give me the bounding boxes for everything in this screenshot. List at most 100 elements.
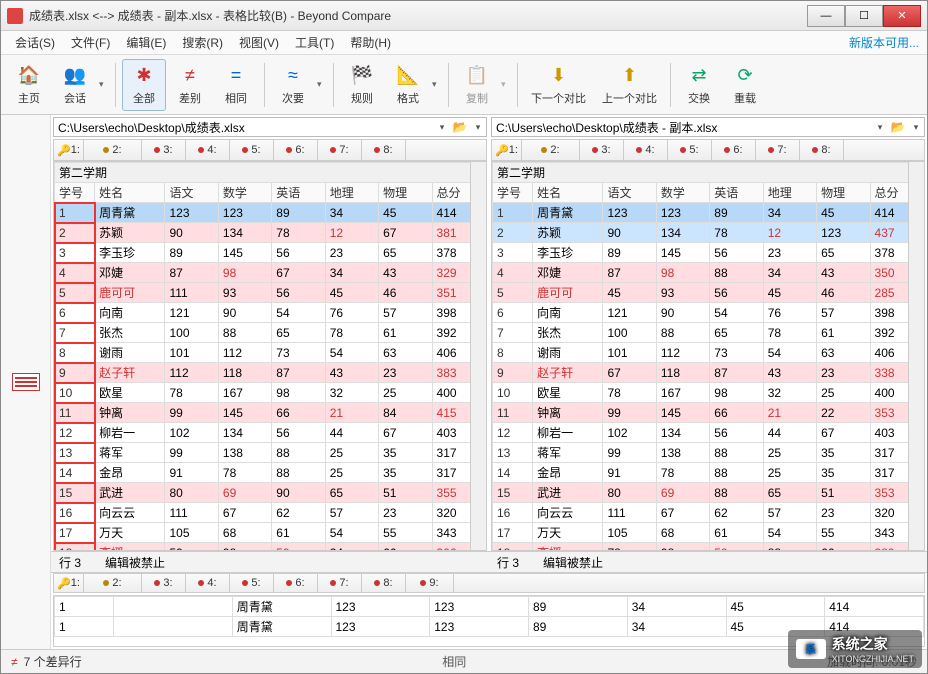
table-row[interactable]: 17万天10568615455343 <box>493 523 924 543</box>
copy-button[interactable]: 📋复制 <box>455 59 499 111</box>
column-marker[interactable]: 7: <box>318 140 362 160</box>
table-row[interactable]: 4邓婕8798883443350 <box>493 263 924 283</box>
all-filter-button[interactable]: ✱全部 <box>122 59 166 111</box>
left-browse-icon[interactable]: 📂 <box>450 120 470 134</box>
copy-dropdown-icon[interactable]: ▾ <box>501 79 511 90</box>
column-marker[interactable]: 9: <box>406 574 454 592</box>
right-browse-icon[interactable]: 📂 <box>888 120 908 134</box>
column-marker[interactable]: 7: <box>756 140 800 160</box>
left-path-input[interactable] <box>54 118 434 136</box>
table-row[interactable]: 17万天10568615455343 <box>55 523 486 543</box>
session-button[interactable]: 👥会话 <box>53 59 97 111</box>
column-marker[interactable]: 2: <box>84 140 142 160</box>
home-button[interactable]: 🏠主页 <box>7 59 51 111</box>
right-grid-pane[interactable]: 第二学期学号姓名语文数学英语地理物理总分1周青黛1231238934454142… <box>491 161 925 551</box>
table-row[interactable]: 1周青黛123123893445414 <box>55 203 486 223</box>
column-marker[interactable]: 5: <box>668 140 712 160</box>
table-row[interactable]: 7张杰10088657861392 <box>493 323 924 343</box>
column-marker[interactable]: 4: <box>624 140 668 160</box>
table-row[interactable]: 6向南12190547657398 <box>55 303 486 323</box>
minor-filter-button[interactable]: ≈次要 <box>271 59 315 111</box>
table-row[interactable]: 14金昂9178882535317 <box>493 463 924 483</box>
left-browse-dropdown-icon[interactable]: ▾ <box>470 122 486 133</box>
column-marker[interactable]: 4: <box>186 140 230 160</box>
table-row[interactable]: 14金昂9178882535317 <box>55 463 486 483</box>
prev-diff-button[interactable]: ⬆上一个对比 <box>595 59 664 111</box>
column-marker[interactable]: 🔑1: <box>54 140 84 160</box>
column-marker[interactable]: 3: <box>142 140 186 160</box>
table-row[interactable]: 8谢雨101112735463406 <box>55 343 486 363</box>
format-button[interactable]: 📐格式 <box>386 59 430 111</box>
swap-button[interactable]: ⇄交换 <box>677 59 721 111</box>
table-row[interactable]: 9赵子轩67118874323338 <box>493 363 924 383</box>
table-row[interactable]: 12柳岩一102134564467403 <box>55 423 486 443</box>
table-row[interactable]: 3李玉珍89145562365378 <box>493 243 924 263</box>
column-marker[interactable]: 8: <box>362 140 406 160</box>
table-row[interactable]: 12柳岩一102134564467403 <box>493 423 924 443</box>
menu-session[interactable]: 会话(S) <box>9 32 61 53</box>
same-filter-button[interactable]: =相同 <box>214 59 258 111</box>
left-path-dropdown-icon[interactable]: ▾ <box>434 122 450 133</box>
menu-help[interactable]: 帮助(H) <box>344 32 397 53</box>
table-row[interactable]: 11钟离99145662184415 <box>55 403 486 423</box>
column-marker[interactable]: 🔑1: <box>54 574 84 592</box>
table-row[interactable]: 9赵子轩112118874323383 <box>55 363 486 383</box>
column-marker[interactable]: 2: <box>84 574 142 592</box>
table-row[interactable]: 15武进8069906551355 <box>55 483 486 503</box>
column-marker[interactable]: 6: <box>274 574 318 592</box>
table-row[interactable]: 18李娜5998592466306 <box>55 543 486 552</box>
column-marker[interactable]: 2: <box>522 140 580 160</box>
table-row[interactable]: 16向云云11167625723320 <box>55 503 486 523</box>
minor-dropdown-icon[interactable]: ▾ <box>317 79 327 90</box>
rules-button[interactable]: 🏁规则 <box>340 59 384 111</box>
menu-view[interactable]: 视图(V) <box>233 32 285 53</box>
column-marker[interactable]: 3: <box>142 574 186 592</box>
column-marker[interactable]: 8: <box>800 140 844 160</box>
menu-tools[interactable]: 工具(T) <box>289 32 340 53</box>
session-dropdown-icon[interactable]: ▾ <box>99 79 109 90</box>
left-grid-pane[interactable]: 第二学期学号姓名语文数学英语地理物理总分1周青黛1231238934454142… <box>53 161 487 551</box>
table-row[interactable]: 5鹿可可4593564546285 <box>493 283 924 303</box>
rules-thumbnail-panel[interactable] <box>1 115 51 649</box>
table-row[interactable]: 8谢雨101112735463406 <box>493 343 924 363</box>
table-row[interactable]: 15武进8069886551353 <box>493 483 924 503</box>
format-dropdown-icon[interactable]: ▾ <box>432 79 442 90</box>
table-row[interactable]: 2苏颖901347812123437 <box>493 223 924 243</box>
table-row[interactable]: 4邓婕8798673443329 <box>55 263 486 283</box>
table-row[interactable]: 5鹿可可11193564546351 <box>55 283 486 303</box>
close-button[interactable]: ✕ <box>883 5 921 27</box>
column-marker[interactable]: 5: <box>230 140 274 160</box>
table-row[interactable]: 11钟离99145662122353 <box>493 403 924 423</box>
diff-filter-button[interactable]: ≠差别 <box>168 59 212 111</box>
right-path-field[interactable]: ▾ 📂 ▾ <box>491 117 925 137</box>
column-marker[interactable]: 5: <box>230 574 274 592</box>
table-row[interactable]: 3李玉珍89145562365378 <box>55 243 486 263</box>
right-scrollbar[interactable] <box>908 162 924 550</box>
table-row[interactable]: 10欧星78167983225400 <box>493 383 924 403</box>
new-version-link[interactable]: 新版本可用... <box>849 34 919 51</box>
left-scrollbar[interactable] <box>470 162 486 550</box>
table-row[interactable]: 16向云云11167625723320 <box>493 503 924 523</box>
table-row[interactable]: 13蒋军99138882535317 <box>55 443 486 463</box>
left-path-field[interactable]: ▾ 📂 ▾ <box>53 117 487 137</box>
minimize-button[interactable]: — <box>807 5 845 27</box>
table-row[interactable]: 6向南12190547657398 <box>493 303 924 323</box>
column-marker[interactable]: 6: <box>712 140 756 160</box>
maximize-button[interactable]: ☐ <box>845 5 883 27</box>
right-path-dropdown-icon[interactable]: ▾ <box>872 122 888 133</box>
menu-search[interactable]: 搜索(R) <box>176 32 229 53</box>
column-marker[interactable]: 🔑1: <box>492 140 522 160</box>
column-marker[interactable]: 4: <box>186 574 230 592</box>
next-diff-button[interactable]: ⬇下一个对比 <box>524 59 593 111</box>
table-row[interactable]: 10欧星78167983225400 <box>55 383 486 403</box>
menu-file[interactable]: 文件(F) <box>65 32 116 53</box>
table-row[interactable]: 2苏颖90134781267381 <box>55 223 486 243</box>
detail-row[interactable]: 1周青黛123123893445414 <box>55 597 924 617</box>
menu-edit[interactable]: 编辑(E) <box>120 32 172 53</box>
table-row[interactable]: 7张杰10088657861392 <box>55 323 486 343</box>
column-marker[interactable]: 3: <box>580 140 624 160</box>
column-marker[interactable]: 7: <box>318 574 362 592</box>
reload-button[interactable]: ⟳重载 <box>723 59 767 111</box>
table-row[interactable]: 13蒋军99138882535317 <box>493 443 924 463</box>
column-marker[interactable]: 6: <box>274 140 318 160</box>
